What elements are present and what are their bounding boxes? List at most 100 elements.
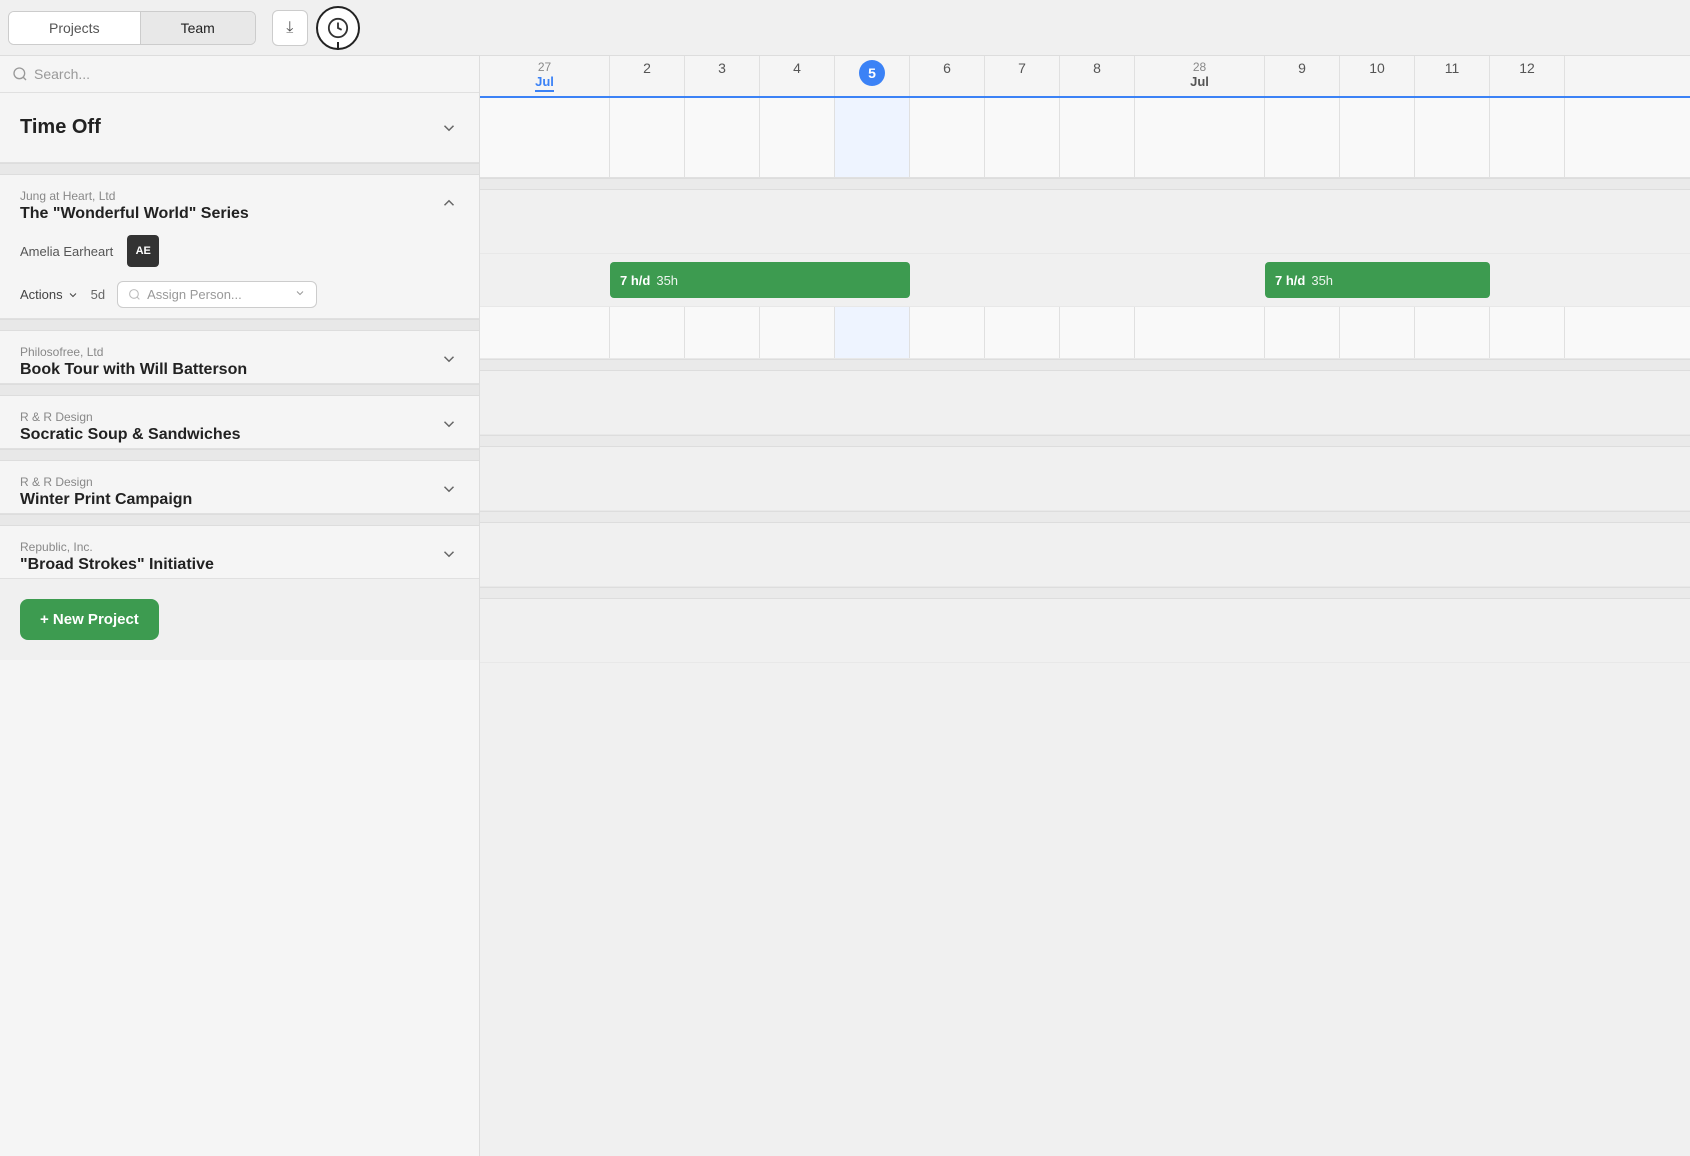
search-field[interactable]: Search...: [12, 66, 467, 82]
actions-row-wonderful: Actions 5d Assign Person...: [0, 275, 479, 318]
person-name-amelia: Amelia Earheart: [20, 244, 113, 259]
dropdown-chevron-icon: [294, 287, 306, 302]
timeoff-d11: [1415, 98, 1490, 177]
duration-badge: 5d: [91, 287, 105, 302]
week-28-header: 28 Jul: [1135, 56, 1265, 96]
sep-after-socratic: [480, 511, 1690, 523]
project-name-broad: "Broad Strokes" Initiative: [20, 556, 214, 574]
act-d6: [910, 307, 985, 358]
project-client-socratic: R & R Design: [20, 410, 241, 424]
tab-team[interactable]: Team: [141, 12, 255, 44]
day-6-num: 6: [943, 60, 951, 76]
timeoff-d10: [1340, 98, 1415, 177]
chevron-down-icon-2: [440, 350, 458, 368]
winter-bar-row: [480, 523, 1690, 587]
search-placeholder: Search...: [34, 66, 90, 82]
day-7-num: 7: [1018, 60, 1026, 76]
amelia-green-bar-2[interactable]: 7 h/d 35h: [1265, 262, 1490, 298]
project-row-broad-strokes: Republic, Inc. "Broad Strokes" Initiativ…: [0, 526, 479, 579]
project-row-socratic: R & R Design Socratic Soup & Sandwiches: [0, 396, 479, 449]
sep-after-winter: [480, 587, 1690, 599]
project-header-socratic: R & R Design Socratic Soup & Sandwiches: [0, 396, 479, 448]
timeoff-d3: [685, 98, 760, 177]
day-col-11: 11: [1415, 56, 1490, 96]
week-27-num: 27: [538, 60, 551, 74]
day-2-num: 2: [643, 60, 651, 76]
amelia-green-bar[interactable]: 7 h/d 35h: [610, 262, 910, 298]
amelia-bar-total: 35h: [656, 273, 678, 288]
search-icon: [12, 66, 28, 82]
timeoff-week28: [1135, 98, 1265, 177]
day-col-6: 6: [910, 56, 985, 96]
project-chevron-book-tour[interactable]: [435, 345, 463, 373]
day-col-9: 9: [1265, 56, 1340, 96]
project-client-winter: R & R Design: [20, 475, 192, 489]
amelia-bar2-hours: 7 h/d: [1275, 273, 1305, 288]
sep-after-timeoff: [480, 178, 1690, 190]
project-header-broad: Republic, Inc. "Broad Strokes" Initiativ…: [0, 526, 479, 578]
timeoff-d8: [1060, 98, 1135, 177]
collapse-button[interactable]: ⤓: [272, 10, 308, 46]
project-chevron-broad[interactable]: [435, 540, 463, 568]
actions-chevron-icon: [67, 289, 79, 301]
assign-person-dropdown[interactable]: Assign Person...: [117, 281, 317, 308]
timeoff-week27: [480, 98, 610, 177]
actions-button[interactable]: Actions: [20, 287, 79, 302]
day-5-num-today: 5: [859, 60, 885, 86]
week-28-days: 9 10 11 12: [1265, 56, 1690, 96]
actions-label: Actions: [20, 287, 63, 302]
act-week28: [1135, 307, 1265, 358]
project-chevron-socratic[interactable]: [435, 410, 463, 438]
week-27-days: 2 3 4 5 6 7 8: [610, 56, 1135, 96]
calendar-body: 7 h/d 35h 7 h/d 35h: [480, 98, 1690, 663]
time-filter-button[interactable]: [316, 6, 360, 50]
tab-projects[interactable]: Projects: [9, 12, 141, 44]
week-27-header: 27 Jul: [480, 56, 610, 96]
broad-bar-row: [480, 599, 1690, 663]
footer: + New Project: [0, 579, 479, 660]
act-d10: [1340, 307, 1415, 358]
day-10-num: 10: [1369, 60, 1385, 76]
socratic-bar-row: [480, 447, 1690, 511]
collapse-icon: ⤓: [286, 19, 293, 37]
person-row-amelia: Amelia Earheart AE: [0, 227, 479, 275]
search-small-icon: [128, 288, 141, 301]
chevron-up-icon: [440, 194, 458, 212]
timeoff-d5: [835, 98, 910, 177]
week-27-month: Jul: [535, 74, 554, 92]
amelia-bar-hours: 7 h/d: [620, 273, 650, 288]
day-4-num: 4: [793, 60, 801, 76]
project-row-book-tour: Philosofree, Ltd Book Tour with Will Bat…: [0, 331, 479, 384]
left-panel: Search... Time Off Jung at Heart, Ltd: [0, 56, 480, 1156]
time-off-chevron[interactable]: [435, 114, 463, 142]
day-col-5: 5: [835, 56, 910, 96]
act-d11: [1415, 307, 1490, 358]
day-col-4: 4: [760, 56, 835, 96]
project-name-wonderful: The "Wonderful World" Series: [20, 205, 249, 223]
calendar-header: 27 Jul 2 3 4 5 6 7 8 28 Jul: [480, 56, 1690, 98]
project-chevron-winter[interactable]: [435, 475, 463, 503]
act-d2: [610, 307, 685, 358]
project-client-wonderful: Jung at Heart, Ltd: [20, 189, 249, 203]
day-11-num: 11: [1445, 60, 1460, 76]
new-project-button[interactable]: + New Project: [20, 599, 159, 640]
project-name-socratic: Socratic Soup & Sandwiches: [20, 426, 241, 444]
project-client-broad: Republic, Inc.: [20, 540, 214, 554]
day-col-8: 8: [1060, 56, 1135, 96]
search-bar: Search...: [0, 56, 479, 93]
day-9-num: 9: [1298, 60, 1306, 76]
section-divider-2: [0, 319, 479, 331]
act-week27: [480, 307, 610, 358]
project-header-book-tour: Philosofree, Ltd Book Tour with Will Bat…: [0, 331, 479, 383]
tab-group: Projects Team: [8, 11, 256, 45]
week-28-month: Jul: [1190, 74, 1209, 89]
time-off-cal-row: [480, 98, 1690, 178]
day-col-7: 7: [985, 56, 1060, 96]
time-off-label: Time Off: [20, 116, 101, 139]
project-name-book-tour: Book Tour with Will Batterson: [20, 361, 247, 379]
header: Projects Team ⤓: [0, 0, 1690, 56]
time-off-section: Time Off: [0, 93, 479, 163]
chevron-down-icon-5: [440, 545, 458, 563]
project-chevron-wonderful[interactable]: [435, 189, 463, 217]
act-d9: [1265, 307, 1340, 358]
